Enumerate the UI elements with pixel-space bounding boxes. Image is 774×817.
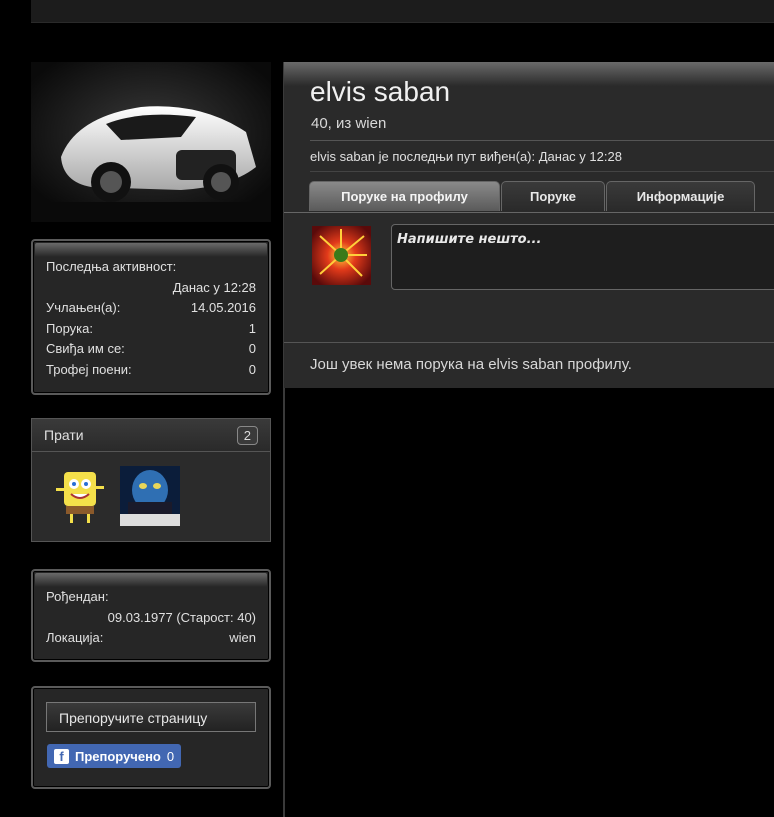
stat-value: 0 [248, 341, 256, 356]
info-panel: Рођендан: 09.03.1977 (Старост: 40) Локац… [31, 569, 271, 662]
tab-profile-posts[interactable]: Поруке на профилу [309, 181, 500, 211]
last-seen-text: elvis saban je последњи пут виђен(а): Да… [310, 149, 622, 164]
birthday-label: Рођендан: [46, 589, 109, 604]
status-input[interactable]: Напишите нешто... [391, 224, 774, 290]
top-bar [31, 0, 774, 23]
following-label[interactable]: Прати [44, 427, 84, 443]
stat-row-trophies: Трофеј поени: 0 [33, 360, 269, 381]
stat-value[interactable]: 1 [249, 319, 256, 340]
facebook-recommend-button[interactable]: f Препоручено 0 [47, 744, 182, 768]
stat-value[interactable]: 0 [249, 360, 256, 381]
share-panel: Препоручите страницу f Препоручено 0 [31, 686, 271, 789]
divider [310, 140, 774, 141]
facebook-recommend-label: Препоручено [75, 748, 161, 764]
location-value[interactable]: wien [229, 628, 256, 649]
stat-row-likes: Свиђа им се: 0 [33, 339, 269, 360]
follower-avatar[interactable] [120, 466, 180, 526]
stat-label[interactable]: Порука: [46, 319, 93, 340]
following-avatars [32, 452, 270, 526]
stats-panel: Последња активност: Данас у 12:28 Учлање… [31, 239, 271, 395]
recommend-page-button[interactable]: Препоручите страницу [46, 702, 256, 732]
stat-value: 14.05.2016 [190, 300, 256, 315]
stat-row-messages: Порука: 1 [33, 319, 269, 340]
divider [310, 171, 774, 172]
following-panel: Прати 2 [31, 418, 271, 542]
panel-header-gradient [35, 573, 267, 587]
profile-avatar[interactable] [31, 62, 271, 222]
profile-name: elvis saban [310, 76, 451, 107]
tab-information[interactable]: Информације [606, 181, 755, 211]
panel-header-gradient [35, 243, 267, 257]
stat-label: Свиђа им се: [46, 341, 125, 356]
follower-avatar[interactable] [50, 466, 110, 526]
birthday-value: 09.03.1977 (Старост: 40) [107, 609, 256, 625]
stat-label: Учлањен(а): [46, 300, 121, 315]
following-count-badge[interactable]: 2 [236, 425, 258, 445]
stat-row-joined: Учлањен(а): 14.05.2016 [33, 298, 269, 319]
stat-label[interactable]: Трофеј поени: [46, 360, 132, 381]
following-header[interactable]: Прати 2 [32, 419, 270, 452]
last-activity-value: Данас у 12:28 [172, 279, 256, 295]
tab-messages[interactable]: Поруке [501, 181, 605, 211]
empty-messages-text: Још увек нема порука на elvis saban проф… [310, 356, 632, 373]
car-image [31, 62, 271, 222]
divider [284, 342, 774, 343]
last-activity-label: Последња активност: [46, 259, 177, 274]
profile-subline: 40, из wien [311, 115, 387, 132]
location-label: Локација: [46, 630, 104, 645]
current-user-avatar[interactable] [312, 226, 371, 285]
facebook-recommend-count: 0 [166, 748, 175, 764]
facebook-icon: f [54, 748, 69, 764]
location-row: Локација: wien [33, 628, 269, 649]
